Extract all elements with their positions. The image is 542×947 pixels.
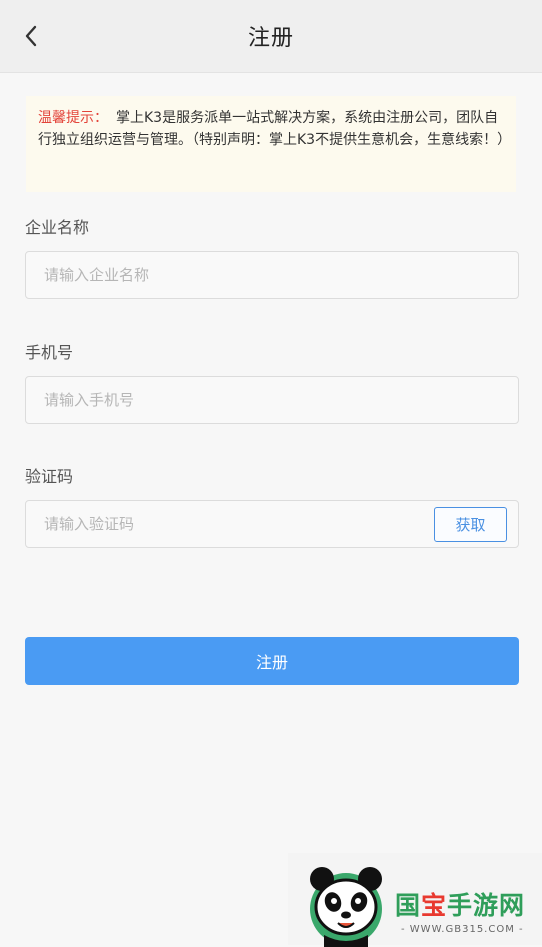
register-button[interactable]: 注册 [25,637,519,685]
watermark-url: - WWW.GB315.COM - [401,924,524,935]
page-title: 注册 [247,26,294,51]
notice-box: 温馨提示： 掌上K3是服务派单一站式解决方案，系统由注册公司，团队自行独立组织运营… [26,96,516,192]
nav-bar: 注册 [0,0,542,73]
phone-label: 手机号 [25,343,74,362]
panda-icon [310,867,382,947]
watermark-brand: 国宝手游网 [395,891,526,920]
code-input[interactable] [44,501,344,547]
notice-lead: 温馨提示： [38,110,108,126]
watermark: 国宝手游网 - WWW.GB315.COM - [288,853,542,947]
company-field[interactable] [25,251,519,299]
company-input[interactable] [44,252,424,298]
notice-body: 掌上K3是服务派单一站式解决方案，系统由注册公司，团队自行独立组织运营与管理。（… [38,110,512,148]
code-field[interactable]: 获取 [25,500,519,548]
get-code-button[interactable]: 获取 [434,507,507,542]
phone-field[interactable] [25,376,519,424]
company-label: 企业名称 [25,218,90,237]
phone-input[interactable] [44,377,424,423]
code-label: 验证码 [25,467,74,486]
